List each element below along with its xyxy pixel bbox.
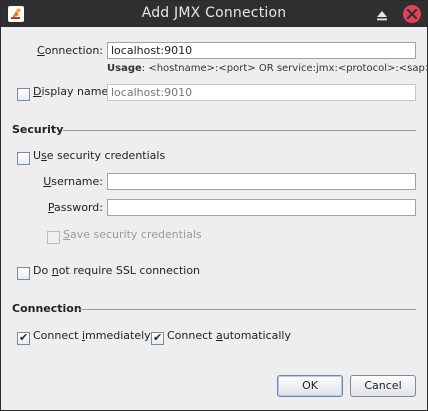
- connection-label-mnemonic: C: [37, 44, 45, 57]
- connection-input[interactable]: [107, 42, 416, 59]
- add-jmx-connection-dialog: Add JMX Connection Connection: Usage: <h…: [0, 0, 428, 411]
- connect-immediately-checkbox[interactable]: ✔: [17, 331, 30, 345]
- connect-automatically-label: Connect automatically: [167, 329, 291, 342]
- use-security-credentials-label: Use security credentials: [33, 149, 165, 162]
- connection-heading: Connection: [12, 302, 82, 315]
- security-separator: [63, 130, 416, 131]
- automatically-pre: Connect: [167, 329, 216, 342]
- password-label-rest: assword:: [54, 201, 103, 214]
- close-icon[interactable]: [403, 5, 421, 23]
- connect-immediately-label: Connect immediately: [33, 329, 151, 342]
- no-ssl-mnemonic: n: [51, 264, 59, 277]
- usage-prefix: Usage: [107, 63, 142, 74]
- save-security-credentials-label: Save security credentials: [63, 228, 202, 241]
- ok-button[interactable]: OK: [277, 375, 343, 397]
- checkmark-icon: ✔: [19, 331, 29, 344]
- maximize-icon[interactable]: [375, 7, 389, 21]
- usage-text: : <hostname>:<port> OR service:jmx:<prot…: [141, 63, 428, 74]
- no-ssl-pre: Do: [33, 264, 52, 277]
- save-security-credentials-checkbox[interactable]: [47, 231, 60, 244]
- use-credentials-pre: U: [33, 149, 42, 162]
- immediately-rest: mmediately: [85, 329, 151, 342]
- username-label-rest: sername:: [51, 175, 103, 188]
- display-name-label-rest: isplay name:: [41, 85, 112, 98]
- no-ssl-label: Do not require SSL connection: [33, 264, 200, 277]
- cancel-button[interactable]: Cancel: [350, 375, 416, 397]
- use-security-credentials-checkbox[interactable]: [17, 152, 30, 165]
- security-heading: Security: [12, 123, 64, 136]
- connection-separator: [79, 309, 416, 310]
- password-input[interactable]: [107, 199, 416, 216]
- title-bar[interactable]: Add JMX Connection: [1, 1, 427, 27]
- no-ssl-rest: ot require SSL connection: [58, 264, 201, 277]
- connection-label: Connection:: [21, 44, 103, 57]
- usage-hint: Usage: <hostname>:<port> OR service:jmx:…: [107, 63, 428, 74]
- immediately-pre: Connect: [33, 329, 82, 342]
- use-credentials-rest: e security credentials: [46, 149, 166, 162]
- window-title: Add JMX Connection: [141, 5, 287, 21]
- save-credentials-rest: ave security credentials: [69, 228, 202, 241]
- automatically-rest: utomatically: [222, 329, 291, 342]
- username-label: Username:: [21, 175, 103, 188]
- username-input[interactable]: [107, 173, 416, 190]
- save-credentials-mnemonic: S: [63, 228, 70, 241]
- connect-automatically-checkbox[interactable]: ✔: [151, 331, 164, 345]
- no-ssl-checkbox[interactable]: [17, 267, 30, 280]
- display-name-label: Display name:: [33, 85, 112, 98]
- checkmark-icon: ✔: [153, 331, 163, 344]
- automatically-mnemonic: a: [215, 329, 223, 342]
- connection-label-rest: onnection:: [44, 44, 103, 57]
- password-label: Password:: [21, 201, 103, 214]
- display-name-input[interactable]: [107, 84, 416, 101]
- display-name-checkbox[interactable]: [17, 88, 30, 101]
